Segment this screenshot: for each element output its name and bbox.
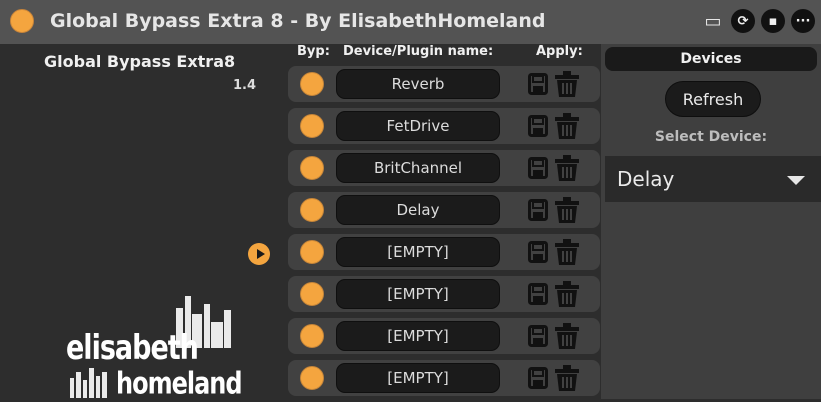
bypass-toggle[interactable] [300, 366, 324, 390]
trash-icon[interactable] [553, 155, 581, 181]
app-name: Global Bypass Extra8 [44, 52, 236, 71]
device-list: Reverb FetDrive BritChannel Delay [EMPTY] [EM… [288, 66, 600, 402]
logo: elisabeth homeland [64, 296, 243, 401]
save-icon[interactable] [528, 367, 548, 389]
device-row: Reverb [288, 66, 600, 102]
bypass-toggle[interactable] [300, 156, 324, 180]
save-icon[interactable] [528, 241, 548, 263]
refresh-icon[interactable]: ⟳ [731, 9, 755, 33]
device-name-field[interactable]: [EMPTY] [336, 363, 500, 393]
trash-icon[interactable] [553, 365, 581, 391]
title-bar: Global Bypass Extra 8 - By ElisabethHome… [0, 0, 821, 44]
device-name-field[interactable]: Delay [336, 195, 500, 225]
save-icon[interactable] [528, 199, 548, 221]
device-name-field[interactable]: Reverb [336, 69, 500, 99]
refresh-button[interactable]: Refresh [665, 81, 761, 117]
save-icon[interactable] [528, 73, 548, 95]
device-name-field[interactable]: [EMPTY] [336, 321, 500, 351]
left-panel: Global Bypass Extra8 1.4 elisabeth homel… [0, 44, 288, 401]
bypass-toggle[interactable] [300, 240, 324, 264]
save-icon[interactable] [528, 157, 548, 179]
bypass-toggle[interactable] [300, 324, 324, 348]
bypass-toggle[interactable] [300, 114, 324, 138]
save-icon[interactable] [528, 115, 548, 137]
device-dropdown-value: Delay [617, 167, 675, 191]
window-title: Global Bypass Extra 8 - By ElisabethHome… [50, 10, 546, 32]
more-icon[interactable]: ··· [791, 9, 815, 33]
save-icon[interactable]: ▪ [761, 9, 785, 33]
device-row: FetDrive [288, 108, 600, 144]
version-label: 1.4 [233, 78, 257, 93]
trash-icon[interactable] [553, 113, 581, 139]
play-indicator-icon[interactable] [248, 243, 270, 265]
select-device-label: Select Device: [654, 129, 768, 145]
trash-icon[interactable] [553, 71, 581, 97]
device-row: [EMPTY] [288, 360, 600, 396]
device-row: [EMPTY] [288, 234, 600, 270]
trash-icon[interactable] [553, 197, 581, 223]
devices-header: Devices [605, 47, 817, 71]
device-name-field[interactable]: FetDrive [336, 111, 500, 141]
device-name-field[interactable]: BritChannel [336, 153, 500, 183]
column-header-bypass: Byp: [297, 44, 330, 59]
trash-icon[interactable] [553, 281, 581, 307]
device-row: [EMPTY] [288, 276, 600, 312]
pin-icon[interactable]: ▭ [701, 9, 725, 33]
devices-panel: Devices Refresh Select Device: Delay [601, 44, 821, 399]
device-row: [EMPTY] [288, 318, 600, 354]
bypass-toggle[interactable] [300, 282, 324, 306]
trash-icon[interactable] [553, 323, 581, 349]
device-dropdown[interactable]: Delay [605, 156, 821, 202]
device-toggle-button[interactable] [10, 9, 34, 33]
save-icon[interactable] [528, 325, 548, 347]
chevron-down-icon [787, 176, 805, 185]
device-name-field[interactable]: [EMPTY] [336, 237, 500, 267]
trash-icon[interactable] [553, 239, 581, 265]
column-header-apply: Apply: [536, 44, 583, 59]
column-header-name: Device/Plugin name: [343, 44, 494, 59]
logo-text-top: elisabeth [66, 329, 199, 368]
device-row: Delay [288, 192, 600, 228]
logo-text-bottom: homeland [116, 366, 243, 401]
device-name-field[interactable]: [EMPTY] [336, 279, 500, 309]
bypass-toggle[interactable] [300, 198, 324, 222]
device-row: BritChannel [288, 150, 600, 186]
bypass-toggle[interactable] [300, 72, 324, 96]
titlebar-icons: ▭ ⟳ ▪ ··· [701, 9, 815, 33]
save-icon[interactable] [528, 283, 548, 305]
